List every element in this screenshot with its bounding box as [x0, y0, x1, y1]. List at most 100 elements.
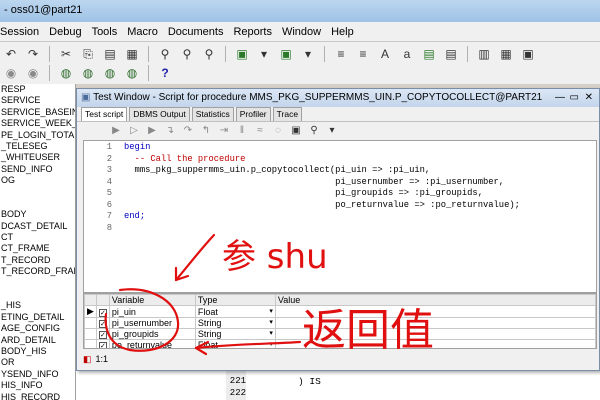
minimize-button[interactable]: — [555, 92, 565, 103]
type-dropdown-icon[interactable]: ▾ [269, 307, 273, 315]
variable-type[interactable]: Float ▾ [194, 305, 276, 318]
menu-reports[interactable]: Reports [233, 26, 272, 38]
row-checkbox[interactable]: ✓ [95, 305, 110, 318]
object-list-item[interactable]: BODY_HIS [0, 346, 75, 357]
object-list-item[interactable]: HIS_RECORD [0, 392, 75, 400]
paste-icon[interactable]: ▤ [101, 45, 119, 63]
tab-profiler[interactable]: Profiler [235, 107, 271, 121]
variable-value[interactable] [274, 317, 596, 329]
menu-macro[interactable]: Macro [127, 26, 158, 38]
variable-value[interactable] [274, 328, 596, 340]
uppercase-icon[interactable]: A [376, 45, 394, 63]
dbms-icon[interactable]: ▣ [289, 124, 303, 138]
zoom-icon[interactable]: ⚲ [307, 124, 321, 138]
objects-icon[interactable]: ◍ [123, 64, 141, 82]
menu-documents[interactable]: Documents [168, 26, 224, 38]
object-list-item[interactable] [0, 278, 75, 289]
object-list-item[interactable]: _WHITEUSER [0, 152, 75, 163]
object-list-item[interactable]: AGE_CONFIG [0, 323, 75, 334]
variable-name[interactable]: pi_usernumber [108, 317, 196, 329]
object-list-item[interactable]: PE_LOGIN_TOTAL [0, 130, 75, 141]
commit-icon[interactable]: ◉ [2, 64, 20, 82]
script-editor[interactable]: 1 begin 2 -- Call the procedure 3 mms_pkg_s… [83, 140, 597, 293]
menu-session[interactable]: Session [0, 26, 39, 38]
execute-icon[interactable]: ▶ [109, 124, 123, 138]
object-list-item[interactable]: T_RECORD [0, 255, 75, 266]
object-list-item[interactable]: DCAST_DETAIL [0, 221, 75, 232]
type-dropdown-icon[interactable]: ▾ [269, 329, 273, 337]
object-list-item[interactable]: OG [0, 175, 75, 186]
step-into-icon[interactable]: ↴ [163, 124, 177, 138]
variable-name[interactable]: pi_uin [108, 305, 196, 318]
object-list-item[interactable]: ARD_DETAIL [0, 335, 75, 346]
variable-value[interactable] [274, 305, 596, 318]
object-list-item[interactable]: _TELESEG [0, 141, 75, 152]
object-list-item[interactable]: HIS_INFO [0, 380, 75, 391]
grid-row[interactable]: ✓ pi_usernumber String ▾ [84, 317, 596, 329]
close-button[interactable]: ✕ [585, 92, 593, 103]
variable-name[interactable]: pi_groupids [108, 328, 196, 340]
dropdown-icon[interactable]: ▾ [325, 124, 339, 138]
tab-test-script[interactable]: Test script [81, 107, 128, 121]
start-debug-icon[interactable]: ▷ [127, 124, 141, 138]
row-checkbox[interactable]: ✓ [95, 328, 110, 340]
step-out-icon[interactable]: ↰ [199, 124, 213, 138]
object-list-item[interactable]: RESP [0, 84, 75, 95]
cut-icon[interactable]: ✂ [57, 45, 75, 63]
dropdown-icon[interactable]: ▾ [299, 45, 317, 63]
object-list-item[interactable]: _HIS [0, 300, 75, 311]
object-list-item[interactable] [0, 187, 75, 198]
tab-trace[interactable]: Trace [272, 107, 303, 121]
forward-icon[interactable]: ↷ [24, 45, 42, 63]
object-list-item[interactable] [0, 289, 75, 300]
menu-debug[interactable]: Debug [49, 26, 81, 38]
log-off-icon[interactable]: ◍ [101, 64, 119, 82]
object-list-item[interactable]: SEND_INFO [0, 164, 75, 175]
variable-type[interactable]: String ▾ [194, 317, 276, 329]
navigate-icon[interactable]: ▣ [233, 45, 251, 63]
maximize-button[interactable]: ▭ [570, 92, 579, 103]
object-list-item[interactable]: CT [0, 232, 75, 243]
object-list-item[interactable]: SERVICE [0, 95, 75, 106]
copy-icon[interactable]: ⎘ [79, 45, 97, 63]
object-list-item[interactable]: T_RECORD_FRAM [0, 266, 75, 277]
menu-help[interactable]: Help [331, 26, 354, 38]
grid-row[interactable]: ▶ ✓ pi_uin Float ▾ [84, 305, 596, 318]
variable-value[interactable] [274, 339, 596, 348]
dropdown-icon[interactable]: ▾ [255, 45, 273, 63]
variable-type[interactable]: String ▾ [194, 328, 276, 340]
run-to-exception-icon[interactable]: ⇥ [217, 124, 231, 138]
object-list-item[interactable]: SERVICE_BASEINF [0, 107, 75, 118]
watch-icon[interactable]: ≈ [253, 124, 267, 138]
replace-icon[interactable]: ⚲ [200, 45, 218, 63]
row-checkbox[interactable]: ✓ [95, 339, 110, 348]
variable-type[interactable]: Float ▾ [194, 339, 276, 348]
object-list-item[interactable]: YSEND_INFO [0, 369, 75, 380]
object-list-item[interactable]: OR [0, 357, 75, 368]
type-dropdown-icon[interactable]: ▾ [269, 340, 273, 348]
grid-row[interactable]: ✓ po_returnvalue Float ▾ [84, 339, 596, 348]
tab-statistics[interactable]: Statistics [191, 107, 234, 121]
find-next-icon[interactable]: ⚲ [178, 45, 196, 63]
uncomment-icon[interactable]: ▤ [442, 45, 460, 63]
indent-icon[interactable]: ≡ [332, 45, 350, 63]
step-over-icon[interactable]: ↷ [181, 124, 195, 138]
session-icon[interactable]: ◍ [57, 64, 75, 82]
object-list-item[interactable]: CT_FRAME [0, 243, 75, 254]
unindent-icon[interactable]: ≡ [354, 45, 372, 63]
navigate-next-icon[interactable]: ▣ [277, 45, 295, 63]
window-list-icon[interactable]: ▥ [475, 45, 493, 63]
log-on-icon[interactable]: ◍ [79, 64, 97, 82]
row-checkbox[interactable]: ✓ [95, 317, 110, 329]
select-all-icon[interactable]: ▦ [123, 45, 141, 63]
object-list-item[interactable]: ETING_DETAIL [0, 312, 75, 323]
tab-dbms-output[interactable]: DBMS Output [129, 107, 190, 121]
cascade-icon[interactable]: ▣ [519, 45, 537, 63]
pause-icon[interactable]: ‖ [235, 124, 249, 138]
object-list-item[interactable]: BODY [0, 209, 75, 220]
variable-name[interactable]: po_returnvalue [108, 339, 196, 348]
tile-icon[interactable]: ▦ [497, 45, 515, 63]
breakpoint-icon[interactable]: ◌ [271, 124, 285, 138]
comment-icon[interactable]: ▤ [420, 45, 438, 63]
object-list-item[interactable]: SERVICE_WEEK_T [0, 118, 75, 129]
